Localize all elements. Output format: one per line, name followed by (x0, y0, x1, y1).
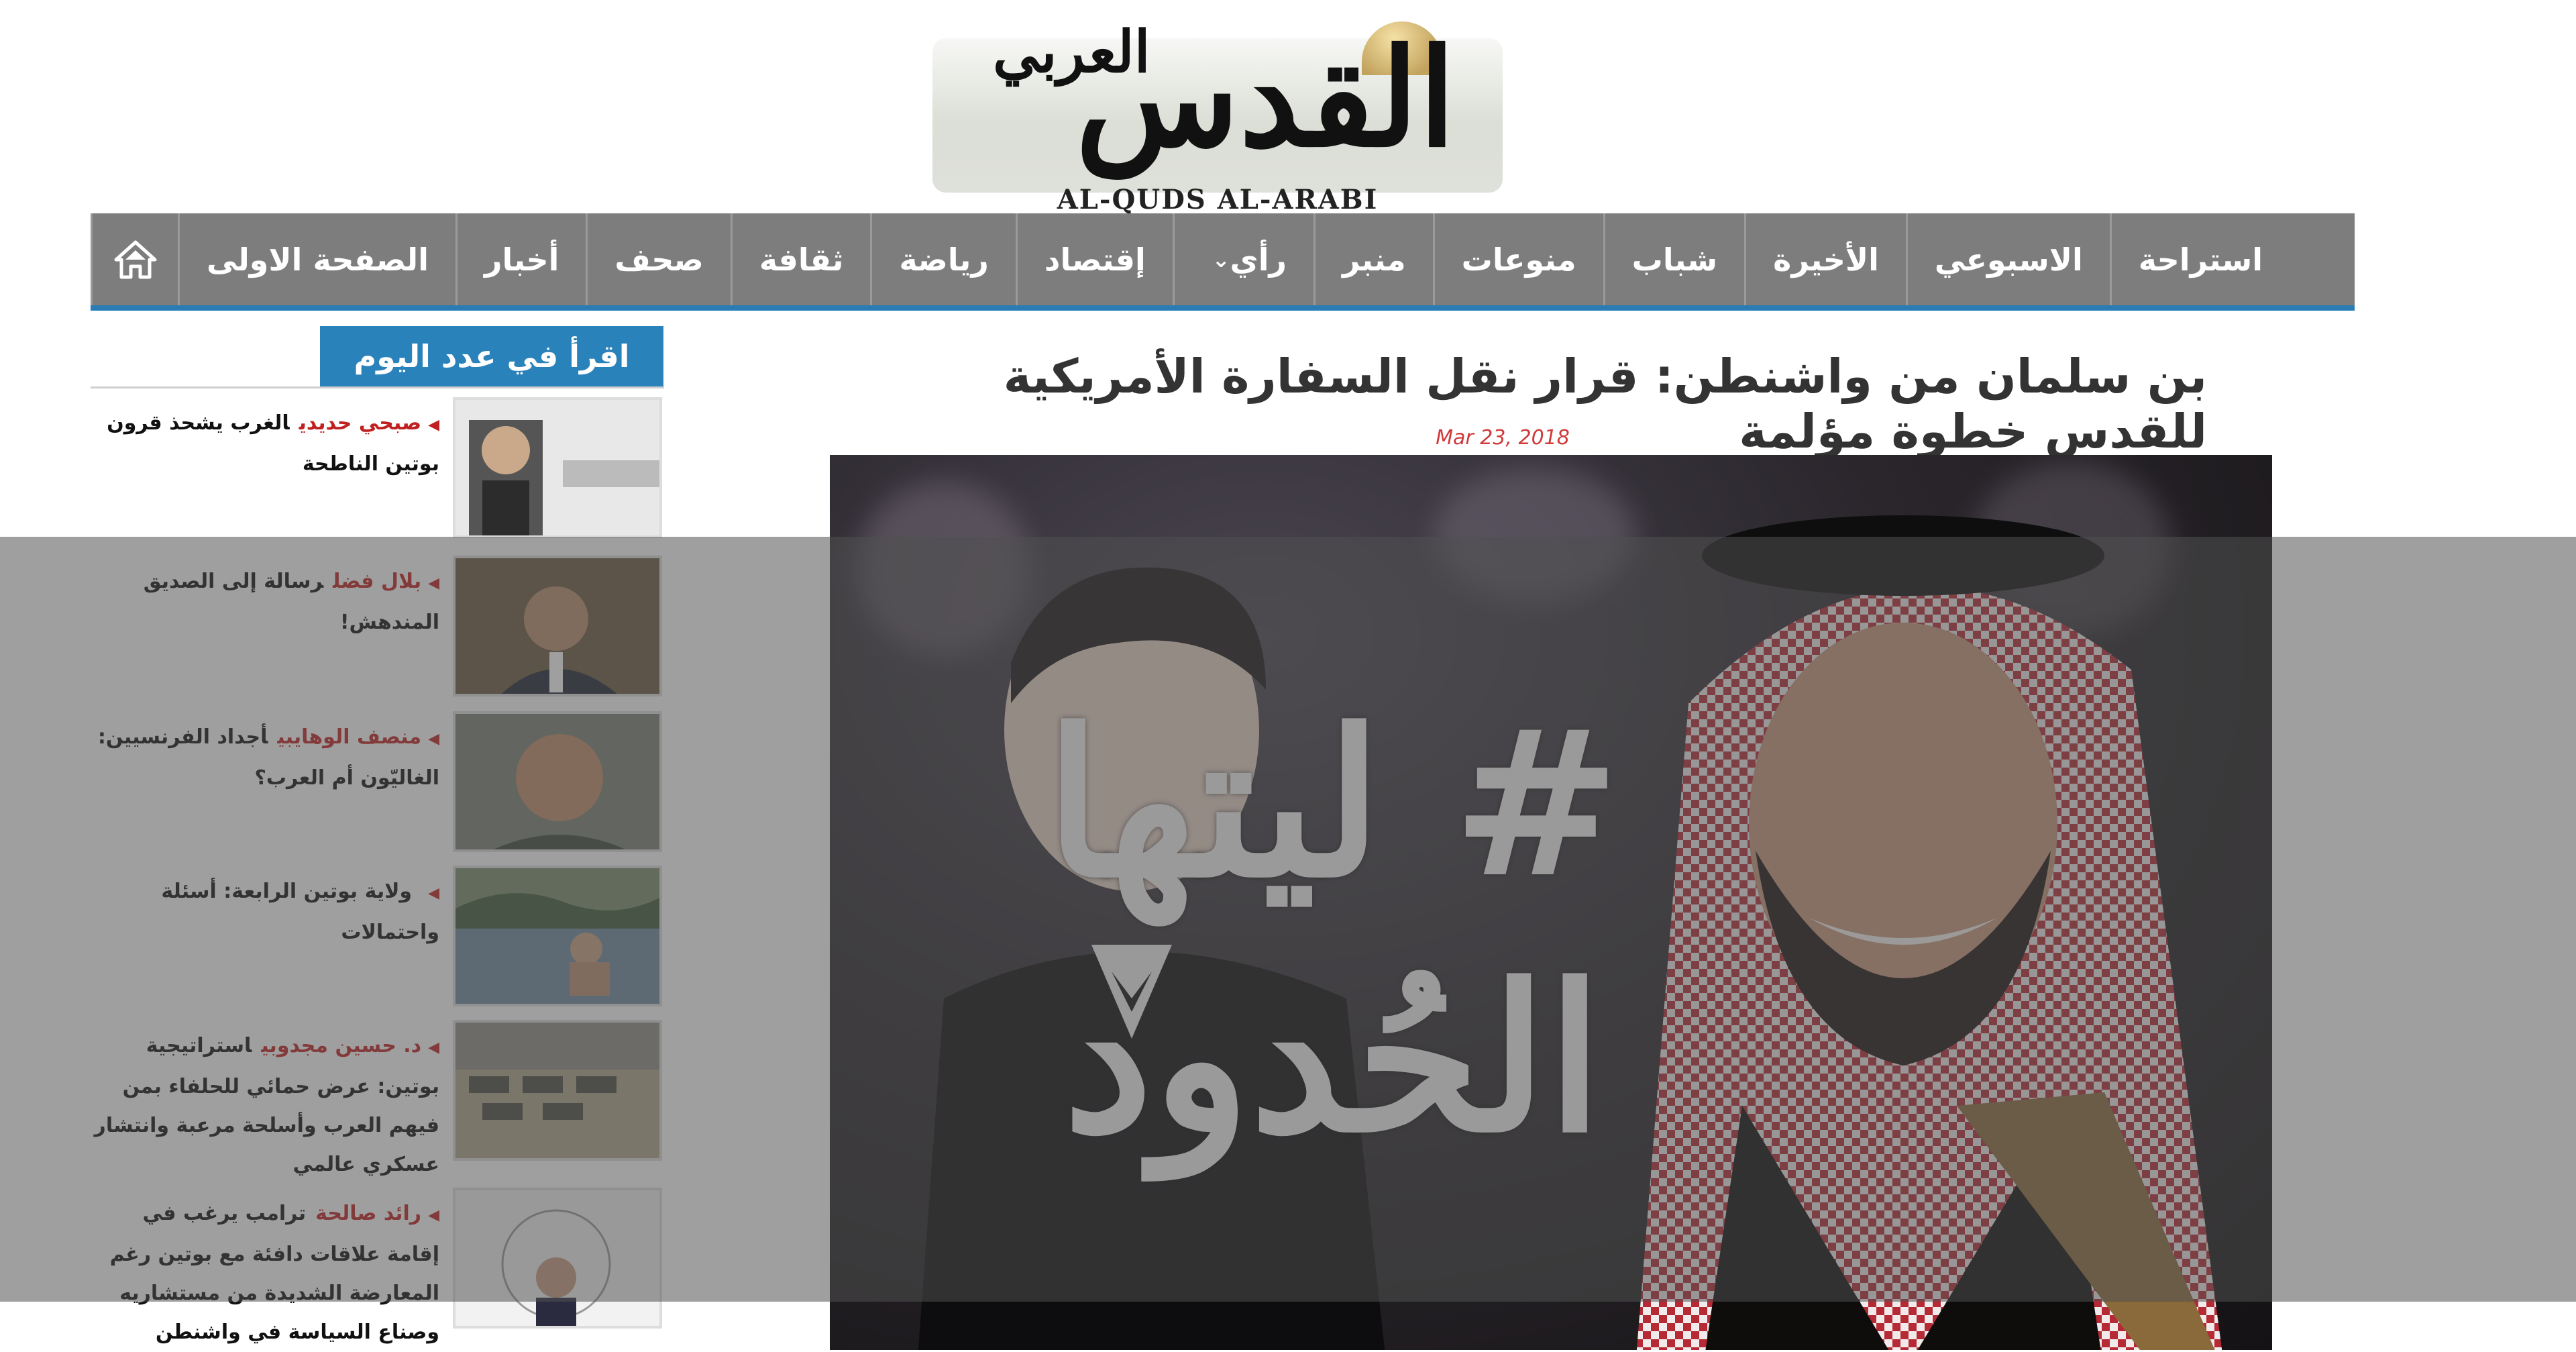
sidebar-article-text[interactable]: ◀صبحي حديديالغرب يشحذ قرون بوتين الناطحة (91, 404, 439, 484)
article-date: Mar 23, 2018 (1436, 426, 1570, 450)
bullet-icon: ◀ (428, 575, 439, 592)
bullet-icon: ◀ (428, 1039, 439, 1056)
thumbnail-image[interactable] (453, 711, 662, 852)
nav-item-youth[interactable]: شباب (1603, 213, 1745, 305)
article-title[interactable]: ولاية بوتين الرابعة: أسئلة واحتمالات (161, 880, 439, 944)
nav-item-platform[interactable]: منبر (1313, 213, 1433, 305)
man-portrait-image (455, 714, 659, 849)
home-button[interactable] (91, 213, 178, 305)
hashtag-line-1: # ليتها (1045, 685, 1621, 922)
nav-item-misc[interactable]: منوعات (1432, 213, 1603, 305)
sidebar-article[interactable]: ◀صبحي حديديالغرب يشحذ قرون بوتين الناطحة (91, 397, 664, 538)
hashtag-line-2: الحُدود (1063, 940, 1603, 1177)
nav-item-last-page[interactable]: الأخيرة (1744, 213, 1906, 305)
sidebar-article[interactable]: ◀د. حسين مجدوبياستراتيجية بوتين: عرض حما… (91, 1020, 664, 1176)
bullet-icon: ◀ (428, 885, 439, 902)
nav-item-opinion[interactable]: رأي ⌄ (1172, 213, 1313, 305)
article-author[interactable]: صبحي حديدي (299, 411, 421, 435)
main-navigation: الصفحة الاولى أخبار صحف ثقافة رياضة إقتص… (91, 213, 2355, 311)
sidebar-title[interactable]: اقرأ في عدد اليوم (320, 326, 663, 386)
chevron-down-icon: ⌄ (1212, 246, 1230, 272)
home-icon (114, 240, 156, 278)
thumbnail-image[interactable] (453, 1020, 662, 1161)
nav-item-rest[interactable]: استراحة (2109, 213, 2290, 305)
tanks-photo-image (455, 1023, 659, 1158)
sidebar-divider (91, 386, 664, 388)
nav-item-press[interactable]: صحف (586, 213, 730, 305)
nav-item-culture[interactable]: ثقافة (730, 213, 871, 305)
thumbnail-image[interactable] (453, 556, 662, 696)
president-portrait-image (455, 558, 659, 694)
logo-main-word: القدس (1075, 19, 1456, 177)
article-author[interactable]: منصف الوهايبي (277, 725, 421, 749)
nav-item-front-page[interactable]: الصفحة الاولى (178, 213, 455, 305)
site-logo[interactable]: العربي القدس AL-QUDS AL-ARABI (932, 8, 1503, 215)
thumbnail-image[interactable] (453, 397, 662, 538)
sidebar-article[interactable]: ◀ولاية بوتين الرابعة: أسئلة واحتمالات (91, 866, 664, 1006)
thumbnail-image[interactable] (453, 1188, 662, 1329)
nav-item-news[interactable]: أخبار (455, 213, 586, 305)
newspaper-clip-image (455, 1190, 659, 1326)
article-author[interactable]: بلال فضل (333, 570, 421, 593)
nav-item-weekly[interactable]: الاسبوعي (1905, 213, 2110, 305)
article-author[interactable]: د. حسين مجدوبي (261, 1034, 421, 1057)
sidebar-article-text[interactable]: ◀بلال فضلرسالة إلى الصديق المندهش! (91, 562, 439, 642)
bullet-icon: ◀ (428, 1207, 439, 1224)
nav-item-sports[interactable]: رياضة (870, 213, 1015, 305)
sidebar-article-text[interactable]: ◀منصف الوهايبيأجداد الفرنسيين: الغاليّون… (91, 718, 439, 798)
sidebar-article[interactable]: ◀بلال فضلرسالة إلى الصديق المندهش! (91, 556, 664, 696)
sidebar-article[interactable]: ◀منصف الوهايبيأجداد الفرنسيين: الغاليّون… (91, 711, 664, 852)
hashtag-overlay: # ليتها الحُدود (863, 596, 1803, 1267)
sidebar-article-text[interactable]: ◀ولاية بوتين الرابعة: أسئلة واحتمالات (91, 872, 439, 952)
sidebar-article-text[interactable]: ◀رائد صالحةترامب يرغب في إقامة علاقات دا… (91, 1194, 439, 1352)
bullet-icon: ◀ (428, 731, 439, 747)
article-hero-image[interactable]: # ليتها الحُدود (830, 455, 2272, 1350)
sidebar-article[interactable]: ◀رائد صالحةترامب يرغب في إقامة علاقات دا… (91, 1188, 664, 1344)
article-author[interactable]: رائد صالحة (315, 1202, 421, 1225)
thumbnail-image[interactable] (453, 866, 662, 1006)
lake-photo-image (455, 868, 659, 1004)
bullet-icon: ◀ (428, 417, 439, 433)
nav-item-economy[interactable]: إقتصاد (1015, 213, 1173, 305)
author-portrait-image (455, 400, 659, 535)
sidebar-article-text[interactable]: ◀د. حسين مجدوبياستراتيجية بوتين: عرض حما… (91, 1027, 439, 1184)
logo-latin-text: AL-QUDS AL-ARABI (1057, 184, 1379, 215)
